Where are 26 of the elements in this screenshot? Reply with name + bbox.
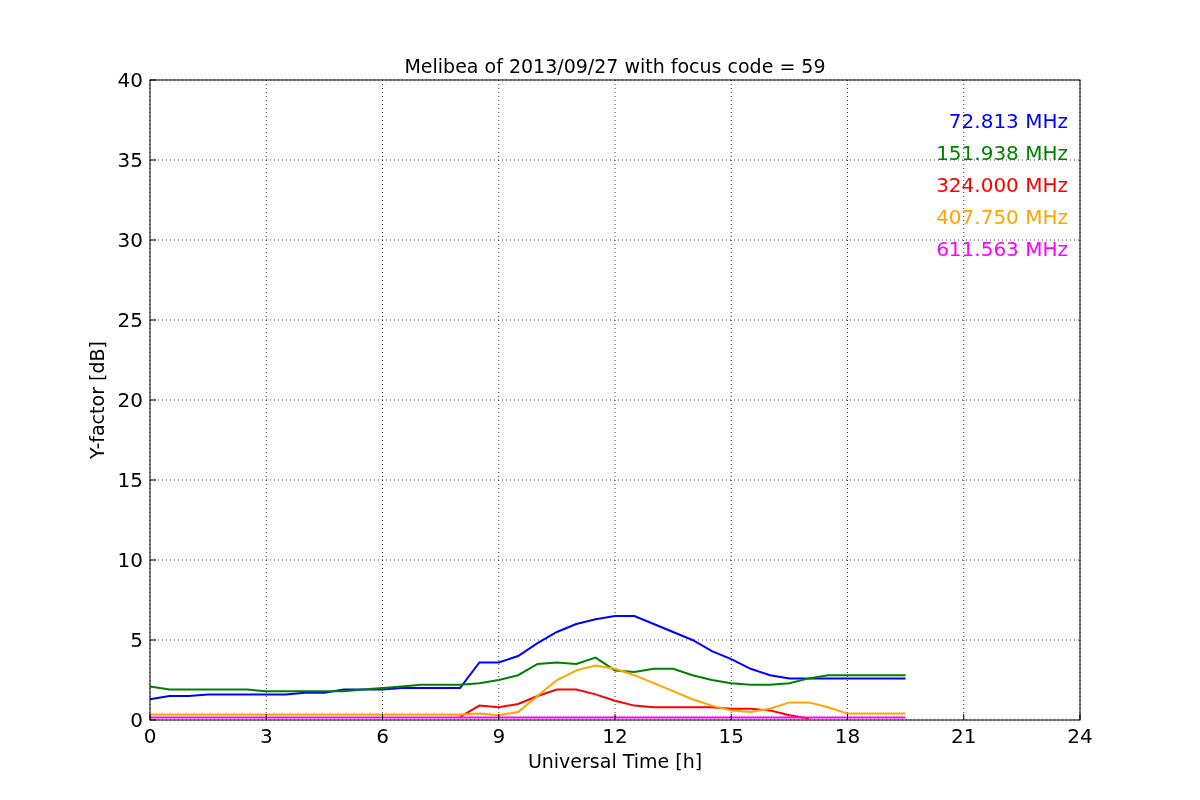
x-tick-label: 3 [259, 724, 273, 748]
x-tick-label: 21 [951, 724, 977, 748]
chart-title: Melibea of 2013/09/27 with focus code = 59 [404, 55, 826, 77]
x-tick-label: 6 [376, 724, 389, 748]
x-tick-label: 0 [143, 724, 157, 748]
x-tick-label: 15 [718, 724, 744, 748]
y-tick-label: 15 [117, 468, 143, 492]
y-tick-label: 0 [130, 708, 143, 732]
x-tick-label: 12 [602, 724, 628, 748]
legend-label: 611.563 MHz [936, 237, 1068, 261]
y-tick-label: 20 [117, 388, 143, 412]
x-axis-label: Universal Time [h] [527, 750, 703, 772]
y-tick-label: 25 [117, 308, 143, 332]
y-axis-label: Y-factor [dB] [86, 341, 108, 459]
legend-label: 407.750 MHz [936, 205, 1068, 229]
legend-label: 72.813 MHz [948, 109, 1068, 133]
x-tick-label: 18 [834, 724, 861, 748]
legend-label: 324.000 MHz [936, 173, 1068, 197]
x-tick-label: 9 [492, 724, 506, 748]
y-tick-label: 5 [130, 628, 143, 652]
y-tick-label: 10 [117, 548, 143, 572]
x-tick-label: 24 [1067, 724, 1093, 748]
legend-label: 151.938 MHz [936, 141, 1068, 165]
y-tick-label: 35 [117, 148, 143, 172]
y-tick-label: 30 [117, 228, 143, 252]
y-tick-label: 40 [117, 68, 143, 92]
